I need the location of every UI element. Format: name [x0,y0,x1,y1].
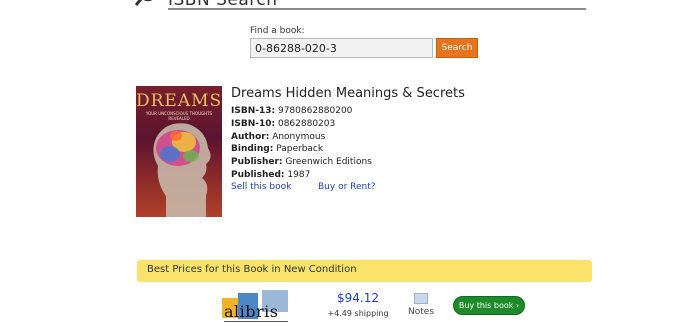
cover-subtitle: YOUR UNCONSCIOUS THOUGHTS REVEALED [145,111,213,121]
alibris-logo-text: alibris [224,302,279,321]
book-title: Dreams Hidden Meanings & Secrets [231,86,465,101]
detail-isbn10: ISBN-10: 0862880203 [231,118,336,129]
detail-binding: Binding: Paperback [231,144,324,155]
sell-this-book-link[interactable]: Sell this book [231,182,291,192]
detail-published: Published: 1987 [231,169,311,180]
header-divider [168,8,586,10]
book-details: ISBN-13: 9780862880200 ISBN-10: 08628802… [231,105,372,182]
best-prices-header: Best Prices for this Book in New Conditi… [137,260,592,282]
detail-author: Author: Anonymous [231,131,326,142]
buy-this-book-button[interactable]: Buy this book › [453,296,525,315]
buy-or-rent-link[interactable]: Buy or Rent? [318,182,376,192]
detail-publisher: Publisher: Greenwich Editions [231,157,372,168]
offer-price[interactable]: $94.12 [322,291,394,305]
page-header: ISBN Search [134,0,586,10]
detail-isbn13: ISBN-13: 9780862880200 [231,106,353,116]
alibris-logo[interactable]: alibris [222,290,292,324]
offer-shipping: +4.49 shipping [327,309,389,318]
magnifier-icon [134,0,153,6]
notes-icon[interactable] [414,293,428,304]
book-cover-image: DREAMS YOUR UNCONSCIOUS THOUGHTS REVEALE… [136,86,222,217]
best-prices-heading: Best Prices for this Book in New Conditi… [147,264,357,275]
cover-title: DREAMS [136,91,222,111]
isbn-search-input[interactable] [250,38,433,58]
notes-label[interactable]: Notes [408,307,434,317]
search-button[interactable]: Search [436,38,478,58]
find-book-label: Find a book: [250,26,305,36]
